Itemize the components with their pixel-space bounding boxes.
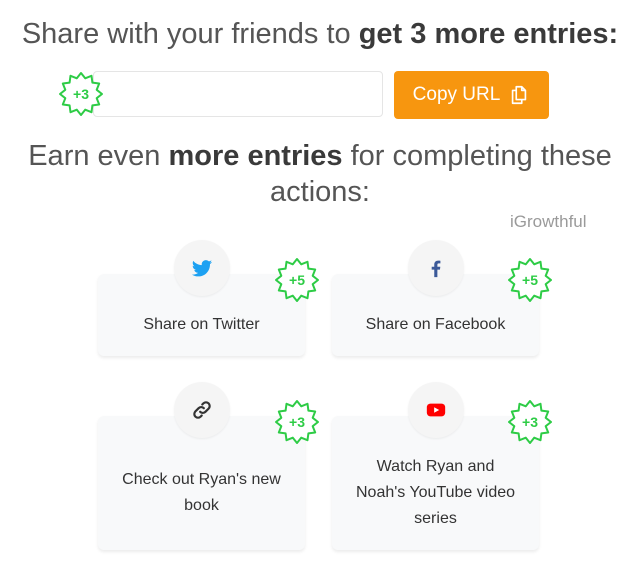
earn-more-heading: Earn even more entries for completing th… bbox=[0, 138, 640, 210]
url-badge-text: +3 bbox=[73, 86, 89, 102]
copy-icon bbox=[512, 85, 527, 105]
copy-url-label: Copy URL bbox=[412, 84, 501, 105]
action-label-youtube: Watch Ryan and Noah's YouTube video seri… bbox=[355, 458, 516, 527]
link-icon-circle bbox=[174, 382, 230, 438]
earn-heading-pre: Earn even bbox=[28, 140, 169, 172]
twitter-badge-text: +5 bbox=[289, 272, 305, 288]
earn-heading-bold: more entries bbox=[168, 140, 343, 172]
youtube-icon-circle bbox=[408, 382, 464, 438]
watermark: iGrowthful bbox=[510, 212, 587, 231]
share-headline-prefix: Share with your friends to bbox=[21, 18, 359, 50]
action-label-facebook: Share on Facebook bbox=[365, 316, 506, 333]
twitter-icon bbox=[191, 260, 213, 277]
share-headline-bold: get 3 more entries: bbox=[358, 18, 619, 50]
link-icon bbox=[193, 401, 211, 419]
book-entries-badge: +3 bbox=[273, 398, 321, 446]
book-badge-text: +3 bbox=[289, 414, 305, 430]
facebook-entries-badge: +5 bbox=[506, 256, 554, 304]
youtube-badge-text: +3 bbox=[522, 414, 538, 430]
url-entries-badge: +3 bbox=[57, 70, 105, 118]
youtube-icon bbox=[426, 403, 446, 417]
facebook-icon bbox=[431, 260, 441, 278]
facebook-icon-circle bbox=[408, 240, 464, 296]
action-label-twitter: Share on Twitter bbox=[143, 316, 260, 333]
twitter-entries-badge: +5 bbox=[273, 256, 321, 304]
share-url-input[interactable] bbox=[93, 71, 383, 117]
twitter-icon-circle bbox=[174, 240, 230, 296]
share-headline: Share with your friends to get 3 more en… bbox=[0, 18, 640, 51]
action-label-book: Check out Ryan's new book bbox=[122, 471, 281, 514]
facebook-badge-text: +5 bbox=[522, 272, 538, 288]
share-url-row: +3 Copy URL bbox=[0, 71, 640, 119]
copy-url-button[interactable]: Copy URL bbox=[394, 71, 549, 119]
youtube-entries-badge: +3 bbox=[506, 398, 554, 446]
